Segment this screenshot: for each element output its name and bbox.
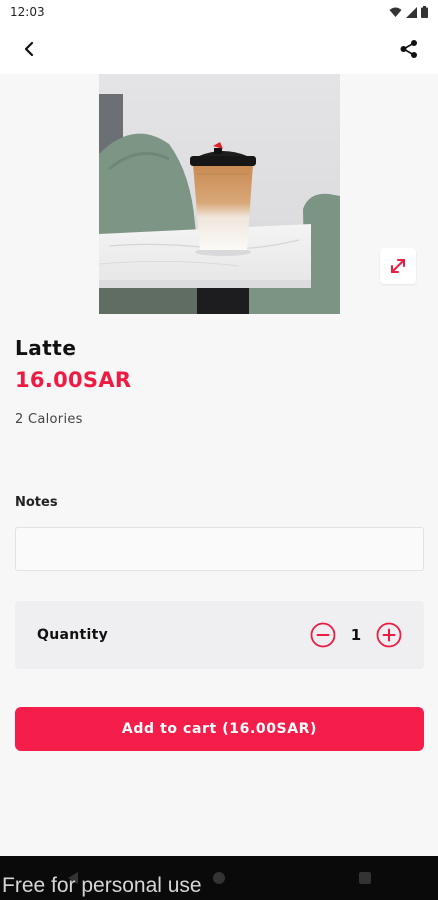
- status-bar: 12:03: [0, 0, 438, 24]
- product-name: Latte: [15, 336, 77, 360]
- share-icon: [400, 40, 417, 58]
- quantity-label: Quantity: [37, 627, 108, 643]
- quantity-stepper: 1: [310, 622, 402, 648]
- product-calories: 2 Calories: [15, 412, 83, 427]
- expand-icon: [391, 259, 405, 273]
- wifi-icon: [389, 7, 402, 17]
- nav-recents-icon[interactable]: [358, 871, 372, 885]
- nav-home-icon[interactable]: [212, 871, 226, 885]
- quantity-value: 1: [350, 626, 362, 644]
- share-button[interactable]: [394, 34, 424, 64]
- watermark-text: Free for personal use: [2, 874, 202, 897]
- back-button[interactable]: [14, 34, 44, 64]
- add-to-cart-button[interactable]: Add to cart (16.00SAR): [15, 707, 424, 751]
- notes-input[interactable]: [15, 527, 424, 571]
- status-time: 12:03: [10, 5, 45, 19]
- app-bar: [0, 24, 438, 74]
- status-icons: [389, 6, 428, 18]
- battery-icon: [421, 6, 428, 18]
- quantity-card: Quantity 1: [15, 601, 424, 669]
- increase-quantity-button[interactable]: [376, 622, 402, 648]
- expand-image-button[interactable]: [380, 248, 416, 284]
- product-image: [99, 74, 340, 314]
- decrease-quantity-button[interactable]: [310, 622, 336, 648]
- minus-circle-icon: [310, 622, 336, 648]
- notes-label: Notes: [15, 495, 58, 510]
- plus-circle-icon: [376, 622, 402, 648]
- product-price: 16.00SAR: [15, 368, 132, 392]
- back-arrow-icon: [24, 41, 34, 57]
- signal-icon: [406, 6, 417, 18]
